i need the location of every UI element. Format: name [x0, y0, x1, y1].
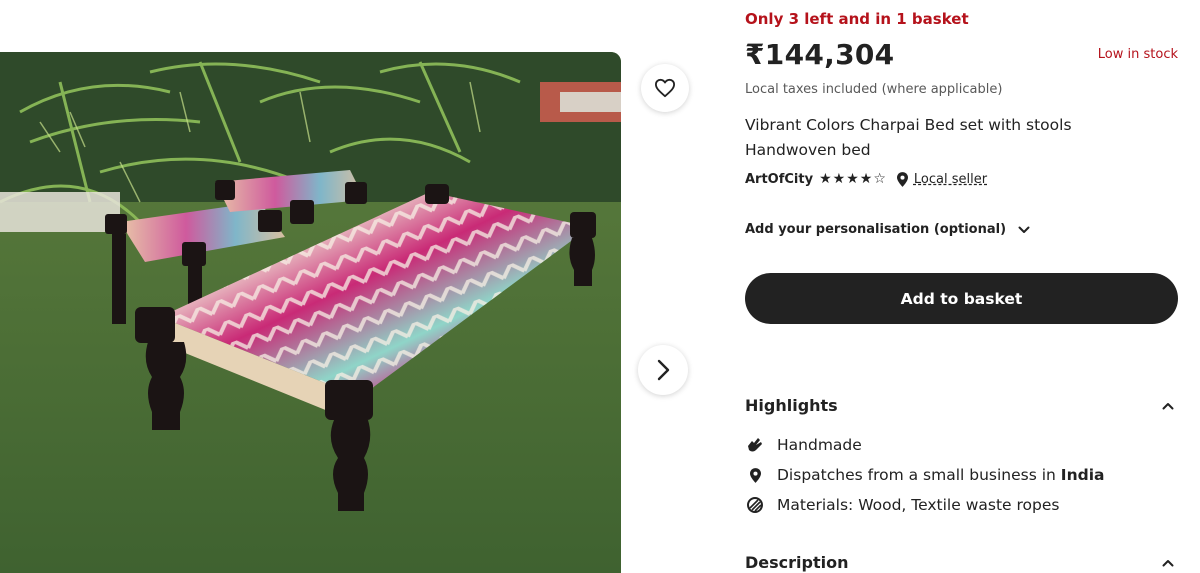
chevron-up-icon	[1162, 559, 1174, 566]
highlight-item: Materials: Wood, Textile waste ropes	[745, 496, 1059, 514]
materials-icon	[745, 497, 765, 513]
personalisation-toggle[interactable]: Add your personalisation (optional)	[745, 222, 1030, 237]
highlight-text: Handmade	[777, 436, 862, 454]
location-pin-icon	[745, 467, 765, 483]
tax-note: Local taxes included (where applicable)	[745, 82, 1003, 97]
highlights-title: Highlights	[745, 396, 838, 415]
product-photo	[0, 52, 621, 573]
favorite-button[interactable]	[641, 64, 689, 112]
highlight-text: Dispatches from a small business in	[777, 466, 1061, 484]
next-image-button[interactable]	[638, 345, 688, 395]
listing-title-line-2: Handwoven bed	[745, 141, 871, 159]
seller-row: ArtOfCity ★★★★☆ Local seller	[745, 171, 987, 187]
stock-alert: Only 3 left and in 1 basket	[745, 10, 969, 28]
highlight-item: Dispatches from a small business in Indi…	[745, 466, 1104, 484]
product-image-gallery[interactable]	[0, 52, 621, 573]
star-filled-icon: ★	[832, 171, 847, 187]
listing-title-line-1: Vibrant Colors Charpai Bed set with stoo…	[745, 116, 1072, 134]
heart-outline-icon	[655, 78, 675, 98]
personalisation-label: Add your personalisation (optional)	[745, 222, 1007, 237]
star-filled-icon: ★	[859, 171, 874, 187]
star-filled-icon: ★	[819, 171, 833, 187]
add-to-basket-button[interactable]: Add to basket	[745, 273, 1178, 324]
description-section-toggle[interactable]: Description	[745, 553, 1178, 572]
location-pin-icon	[896, 171, 908, 187]
shop-name-link[interactable]: ArtOfCity	[745, 172, 813, 187]
local-seller-link[interactable]: Local seller	[914, 172, 987, 187]
highlight-country: India	[1060, 466, 1105, 484]
price: ₹144,304	[745, 38, 895, 71]
chevron-down-icon	[1018, 226, 1030, 233]
hand-icon	[745, 437, 765, 453]
star-empty-icon: ☆	[873, 171, 887, 187]
low-stock-badge: Low in stock	[1097, 47, 1178, 62]
description-title: Description	[745, 553, 849, 572]
highlight-item: Handmade	[745, 436, 862, 454]
highlight-text: Materials: Wood, Textile waste ropes	[777, 496, 1060, 514]
highlights-section-toggle[interactable]: Highlights	[745, 396, 1178, 415]
chevron-right-icon	[657, 359, 670, 381]
chevron-up-icon	[1162, 402, 1174, 409]
rating-stars[interactable]: ★★★★☆	[819, 171, 887, 187]
star-filled-icon: ★	[846, 171, 860, 187]
